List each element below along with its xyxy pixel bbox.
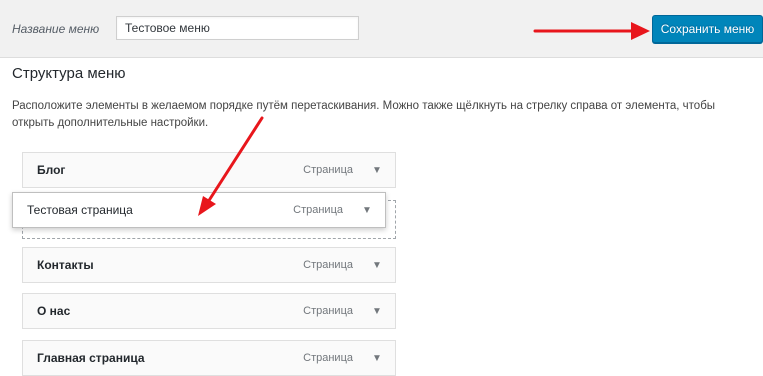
menu-item-type: Страница bbox=[293, 204, 343, 216]
menu-item-contacts[interactable]: Контакты Страница ▼ bbox=[22, 247, 396, 283]
menu-structure-title: Структура меню bbox=[12, 65, 126, 82]
menu-item-about[interactable]: О нас Страница ▼ bbox=[22, 293, 396, 329]
menu-item-title: О нас bbox=[37, 304, 71, 318]
triangle-down-icon[interactable]: ▼ bbox=[359, 203, 375, 219]
menu-name-label: Название меню bbox=[12, 22, 100, 36]
menu-item-title: Тестовая страница bbox=[27, 203, 133, 217]
triangle-down-icon[interactable]: ▼ bbox=[369, 304, 385, 320]
menu-item-home[interactable]: Главная страница Страница ▼ bbox=[22, 340, 396, 376]
menu-item-type: Страница bbox=[303, 352, 353, 364]
triangle-down-icon[interactable]: ▼ bbox=[369, 351, 385, 367]
menu-item-title: Главная страница bbox=[37, 351, 145, 365]
menu-structure-instructions: Расположите элементы в желаемом порядке … bbox=[12, 100, 716, 129]
triangle-down-icon[interactable]: ▼ bbox=[369, 163, 385, 179]
menu-item-test-page-dragging[interactable]: Тестовая страница Страница ▼ bbox=[12, 192, 386, 228]
triangle-down-icon[interactable]: ▼ bbox=[369, 258, 385, 274]
menu-name-input[interactable] bbox=[116, 16, 359, 40]
menu-item-title: Контакты bbox=[37, 258, 94, 272]
menu-editor: Название меню Сохранить меню Структура м… bbox=[0, 0, 763, 376]
menu-item-blog[interactable]: Блог Страница ▼ bbox=[22, 152, 396, 188]
save-menu-button[interactable]: Сохранить меню bbox=[652, 15, 763, 43]
menu-item-type: Страница bbox=[303, 305, 353, 317]
menu-item-type: Страница bbox=[303, 259, 353, 271]
menu-item-type: Страница bbox=[303, 164, 353, 176]
menu-item-title: Блог bbox=[37, 163, 66, 177]
menu-settings-header: Название меню Сохранить меню bbox=[0, 0, 763, 58]
